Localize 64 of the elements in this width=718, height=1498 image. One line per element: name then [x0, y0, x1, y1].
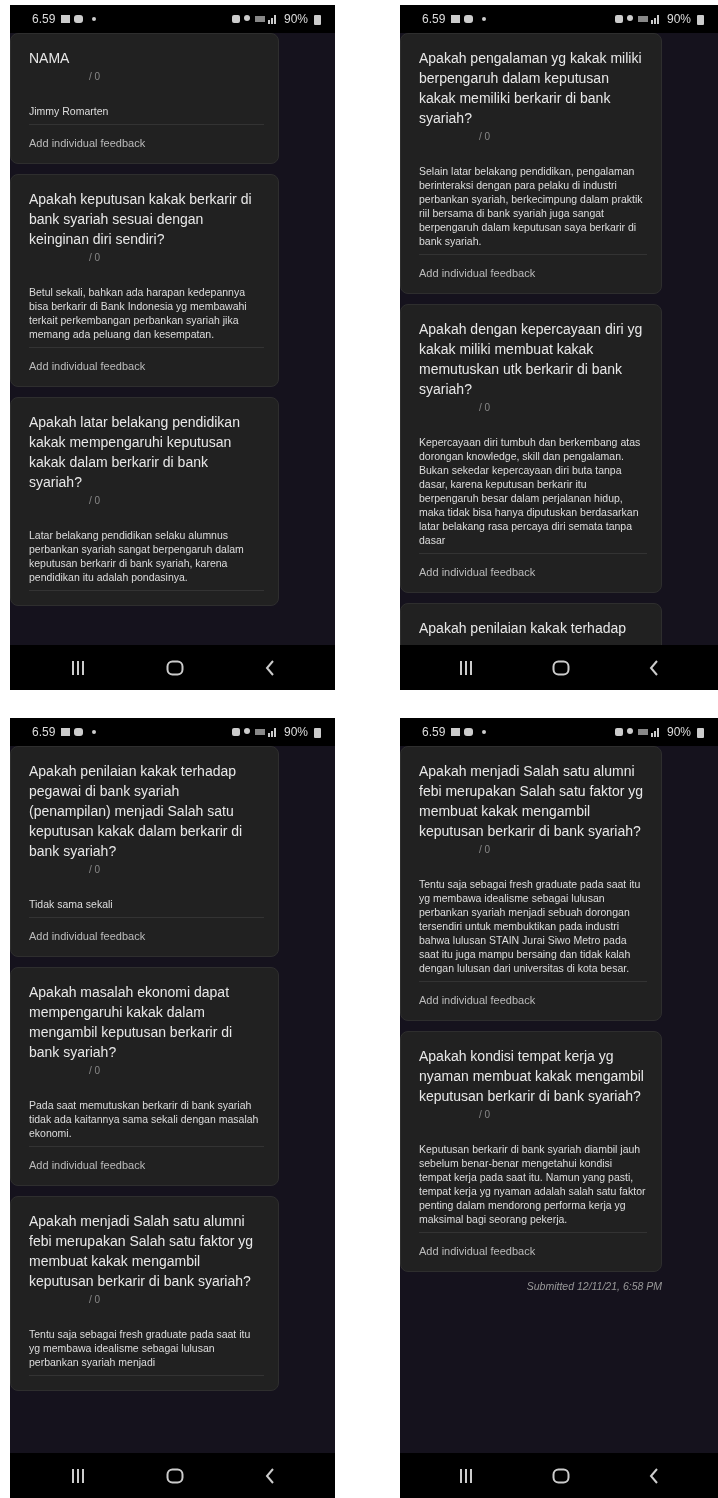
add-feedback-link[interactable]: Add individual feedback — [419, 1245, 536, 1257]
question-text: Apakah penilaian kakak terhadap — [419, 619, 628, 638]
add-feedback-link[interactable]: Add individual feedback — [29, 1159, 146, 1171]
battery-icon — [314, 726, 321, 738]
status-time: 6.59 — [422, 12, 446, 26]
answer-text: Kepercayaan diri tumbuh dan berkembang atas dorongan knowledge, skill dan pengalaman. Bukan sekedar kepercayaan diri buta tanpa dasar, karena keputusan berkarir itu berpengaruh besar dalam perjalanan hidup, maka tidak bisa hanya diputuskan berdasarkan latar belakang rasa percaya diri semata tanpa dasar — [419, 435, 647, 554]
recent-apps-icon[interactable] — [459, 659, 474, 676]
home-icon[interactable] — [165, 659, 184, 676]
status-time: 6.59 — [32, 725, 56, 739]
question-text: NAMA — [29, 49, 71, 68]
battery-percent: 90% — [283, 725, 308, 739]
question-text: Apakah keputusan kakak berkarir di bank syariah sesuai dengan keinginan diri sendiri? — [29, 190, 253, 249]
question-text: Apakah menjadi Salah satu alumni febi merupakan Salah satu faktor yg membuat kakak mengambil keputusan berkarir di bank syariah? — [29, 1212, 255, 1291]
answer-text: Betul sekali, bahkan ada harapan kedepannya bisa berkarir di Bank Indonesia yg membawahi terkait perkembangan perbankan syariah jika memang ada peluang dan kesempatan. — [29, 285, 264, 348]
status-time: 6.59 — [422, 725, 446, 739]
battery-icon — [697, 726, 704, 738]
battery-icon — [697, 13, 704, 25]
answer-text: Keputusan berkarir di bank syariah diambil jauh sebelum benar-benar mengetahui kondisi tempat kerja pada saat itu. Namun yang pasti, tempat kerja yg nyaman adalah salah satu faktor penting dalam mendorong performa kerja yg maksimal bagi seorang pekerja. — [419, 1142, 647, 1233]
question-text: Apakah pengalaman yg kakak miliki berpengaruh dalam keputusan kakak memiliki berkarir di bank syariah? — [419, 49, 643, 128]
home-icon[interactable] — [165, 1467, 184, 1484]
battery-percent: 90% — [666, 12, 691, 26]
recent-apps-icon[interactable] — [459, 1467, 474, 1484]
back-icon[interactable] — [648, 1467, 659, 1484]
back-icon[interactable] — [264, 659, 275, 676]
answer-text: Selain latar belakang pendidikan, pengalaman berinteraksi dengan para pelaku di industri perbankan syariah, berkecimpung dalam praktik riil bersama di bank syariah juga sangat berpengaruh dalam keputusan saya berkarir di bank syariah. — [419, 164, 647, 255]
add-feedback-link[interactable]: Add individual feedback — [419, 267, 536, 279]
add-feedback-link[interactable]: Add individual feedback — [29, 930, 146, 942]
add-feedback-link[interactable]: Add individual feedback — [419, 994, 536, 1006]
answer-text: Tidak sama sekali — [29, 897, 264, 918]
battery-percent: 90% — [666, 725, 691, 739]
battery-icon — [314, 13, 321, 25]
answer-text: Latar belakang pendidikan selaku alumnus perbankan syariah sangat berpengaruh dalam keputusan berkarir di bank syariah, karena pendidikan itu adalah pondasinya. — [29, 528, 264, 591]
back-icon[interactable] — [648, 659, 659, 676]
submitted-timestamp: Submitted 12/11/21, 6:58 PM — [526, 1280, 662, 1292]
recent-apps-icon[interactable] — [70, 659, 85, 676]
answer-text: Pada saat memutuskan berkarir di bank syariah tidak ada kaitannya sama sekali dengan masalah ekonomi. — [29, 1098, 264, 1147]
score-text: / 0 — [479, 402, 491, 413]
answer-text: Tentu saja sebagai fresh graduate pada saat itu yg membawa idealisme sebagai lulusan perbankan syariah menjadi sebuah dorongan tersendiri untuk membuktikan pada industri bahwa lulusan STAIN Jurai Siwo Metro pada saat itu juga mampu bersaing dan tidak kalah dengan lulusan dari universitas di kota besar. — [419, 877, 647, 982]
score-text: / 0 — [89, 1294, 101, 1305]
score-text: / 0 — [479, 844, 491, 855]
status-time: 6.59 — [32, 12, 56, 26]
battery-percent: 90% — [283, 12, 308, 26]
score-text: / 0 — [89, 1065, 101, 1076]
add-feedback-link[interactable]: Add individual feedback — [29, 137, 146, 149]
score-text: / 0 — [89, 864, 101, 875]
recent-apps-icon[interactable] — [70, 1467, 85, 1484]
add-feedback-link[interactable]: Add individual feedback — [29, 360, 146, 372]
home-icon[interactable] — [552, 659, 570, 676]
add-feedback-link[interactable]: Add individual feedback — [419, 566, 536, 578]
score-text: / 0 — [89, 252, 101, 263]
back-icon[interactable] — [264, 1467, 275, 1484]
question-text: Apakah penilaian kakak terhadap pegawai di bank syariah (penampilan) menjadi Salah satu keputusan kakak dalam berkarir di bank syariah? — [29, 762, 244, 861]
answer-text: Jimmy Romarten — [29, 104, 264, 125]
score-text: / 0 — [479, 131, 491, 142]
score-text: / 0 — [89, 71, 101, 82]
answer-text: Tentu saja sebagai fresh graduate pada saat itu yg membawa idealisme sebagai lulusan perbankan syariah menjadi — [29, 1327, 264, 1376]
question-text: Apakah kondisi tempat kerja yg nyaman membuat kakak mengambil keputusan berkarir di bank syariah? — [419, 1047, 645, 1106]
home-icon[interactable] — [552, 1467, 570, 1484]
score-text: / 0 — [89, 495, 101, 506]
question-text: Apakah latar belakang pendidikan kakak mempengaruhi keputusan kakak dalam berkarir di bank syariah? — [29, 413, 241, 492]
question-text: Apakah dengan kepercayaan diri yg kakak miliki membuat kakak memutuskan utk berkarir di bank syariah? — [419, 320, 644, 399]
score-text: / 0 — [479, 1109, 491, 1120]
question-text: Apakah menjadi Salah satu alumni febi merupakan Salah satu faktor yg membuat kakak mengambil keputusan berkarir di bank syariah? — [419, 762, 645, 841]
question-text: Apakah masalah ekonomi dapat mempengaruhi kakak dalam mengambil keputusan berkarir di bank syariah? — [29, 983, 234, 1062]
